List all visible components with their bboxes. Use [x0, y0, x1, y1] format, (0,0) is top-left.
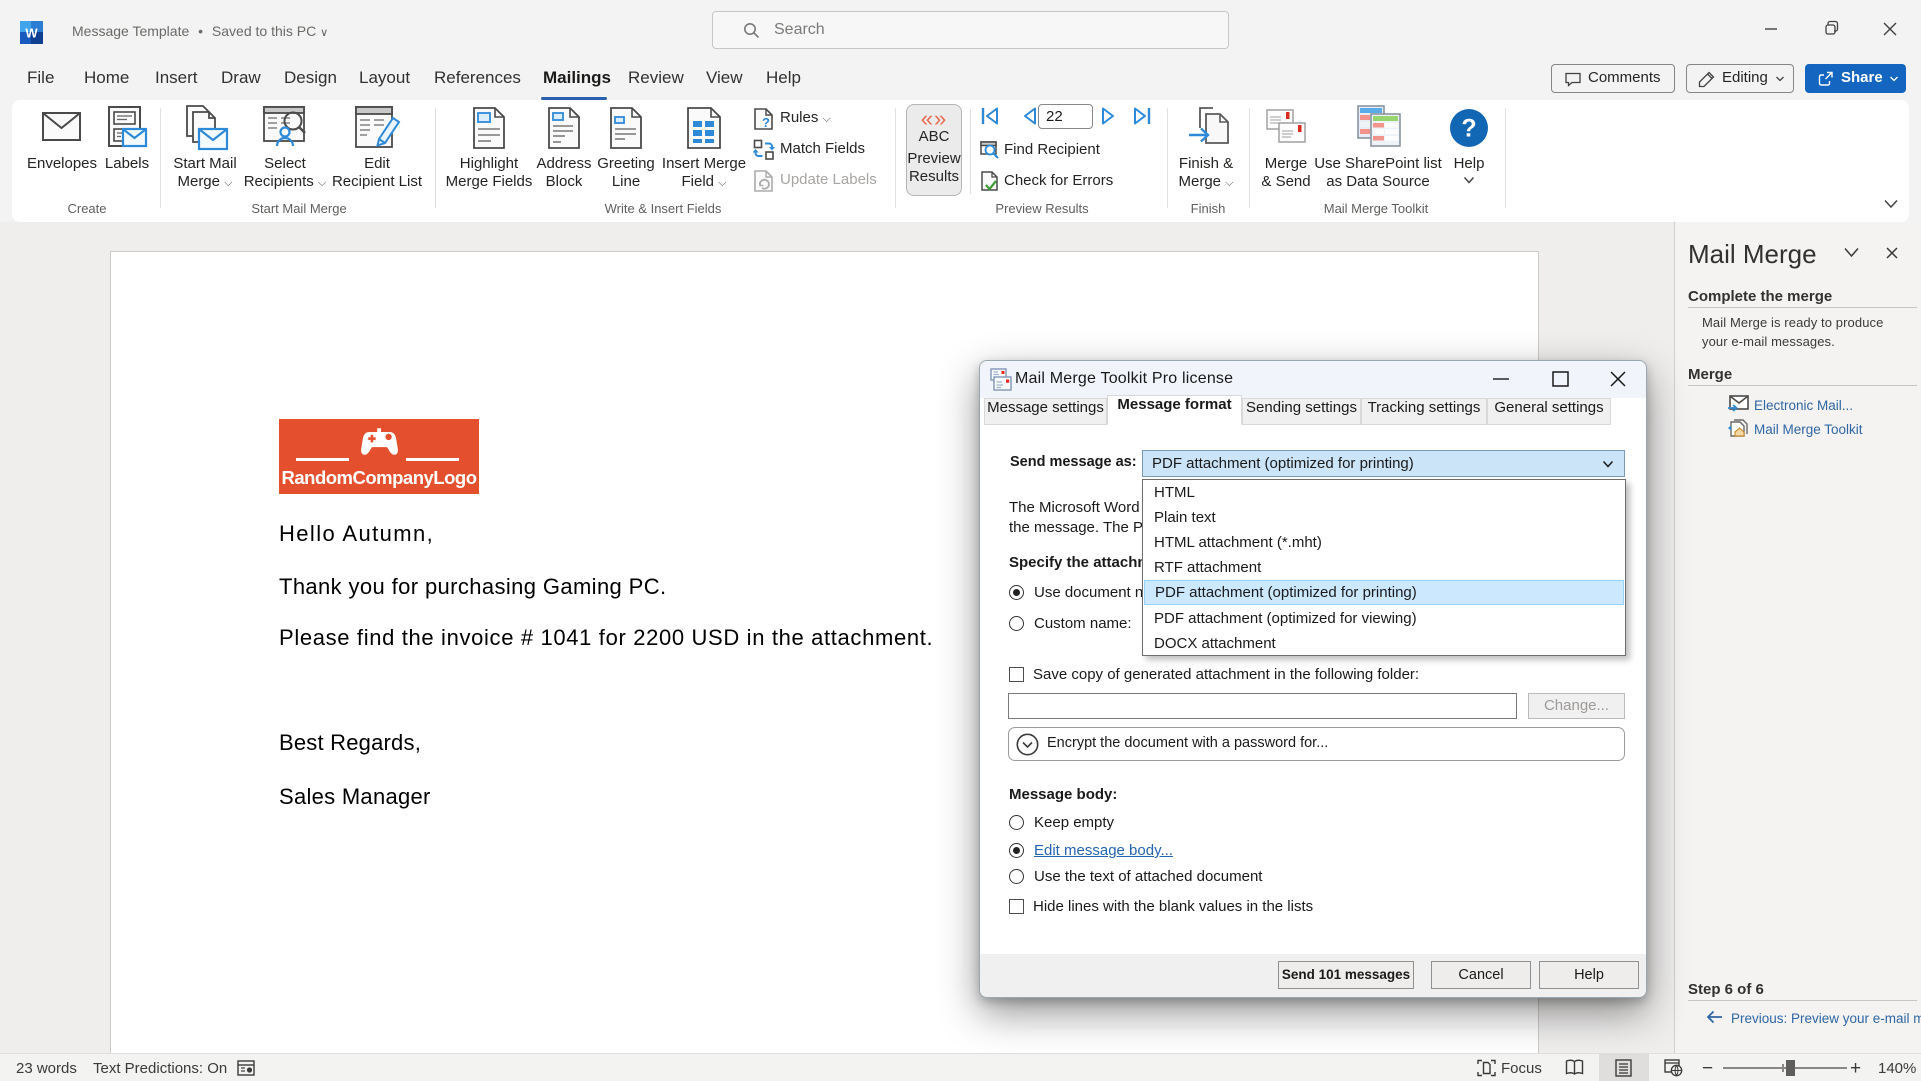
svg-text:?: ? — [762, 115, 770, 130]
svg-text:?: ? — [1461, 115, 1476, 143]
svg-text:W: W — [25, 26, 38, 41]
